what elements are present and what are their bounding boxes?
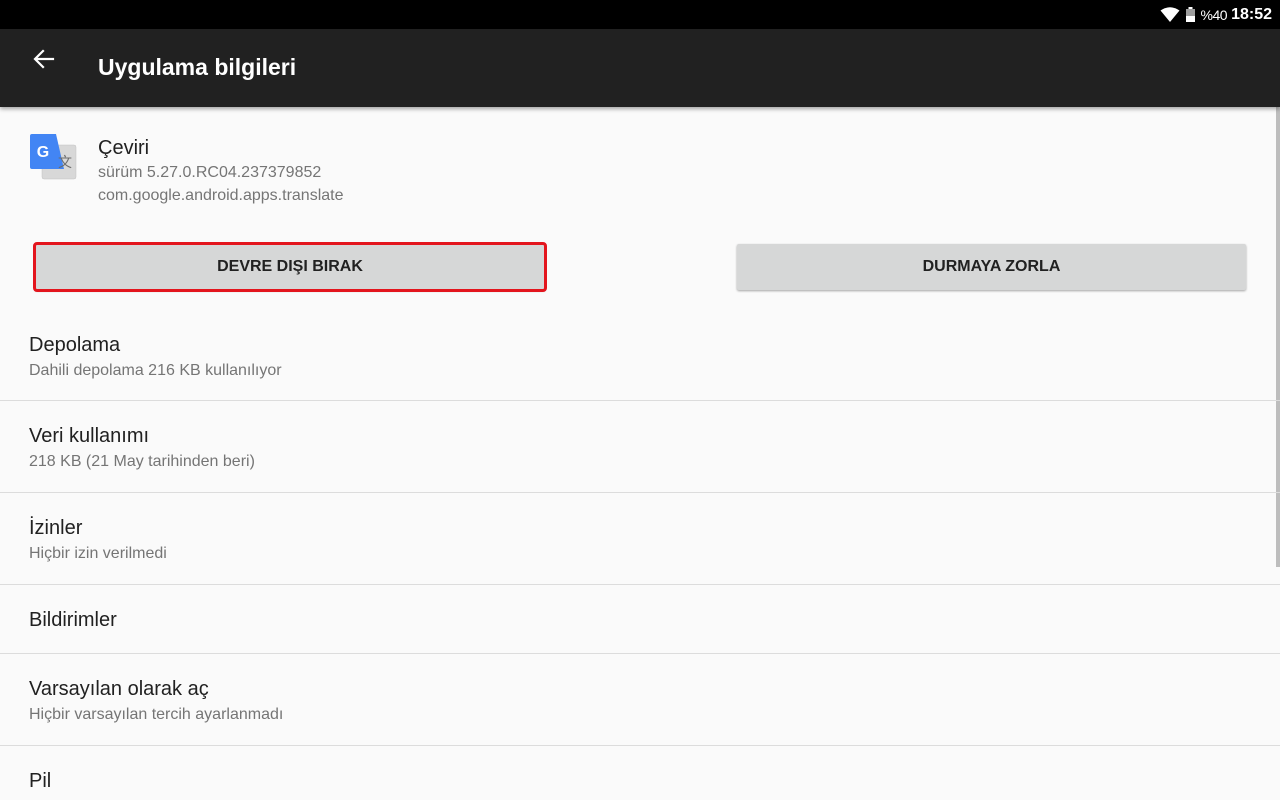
pref-battery[interactable]: Pil bbox=[0, 746, 1280, 800]
app-name: Çeviri bbox=[98, 137, 150, 159]
pref-title: Varsayılan olarak aç bbox=[29, 678, 209, 700]
app-version: sürüm 5.27.0.RC04.237379852 bbox=[98, 164, 322, 181]
app-toolbar: Uygulama bilgileri bbox=[0, 29, 1280, 107]
pref-title: İzinler bbox=[29, 517, 83, 539]
pref-title: Veri kullanımı bbox=[29, 425, 150, 447]
pref-storage[interactable]: Depolama Dahili depolama 216 KB kullanıl… bbox=[0, 310, 1280, 401]
battery-icon bbox=[1185, 7, 1195, 22]
clock: 18:52 bbox=[1231, 5, 1272, 23]
back-button[interactable] bbox=[24, 41, 64, 77]
status-icons: %40 18:52 bbox=[1160, 0, 1272, 29]
pref-data-usage[interactable]: Veri kullanımı 218 KB (21 May tarihinden… bbox=[0, 401, 1280, 493]
pref-permissions[interactable]: İzinler Hiçbir izin verilmedi bbox=[0, 493, 1280, 585]
pref-title: Pil bbox=[29, 770, 52, 792]
svg-text:文: 文 bbox=[58, 155, 72, 171]
pref-summary: 218 KB (21 May tarihinden beri) bbox=[29, 453, 255, 470]
pref-summary: Hiçbir izin verilmedi bbox=[29, 545, 167, 562]
pref-summary: Hiçbir varsayılan tercih ayarlanmadı bbox=[29, 706, 284, 723]
wifi-icon bbox=[1160, 6, 1180, 22]
pref-notifications[interactable]: Bildirimler bbox=[0, 585, 1280, 654]
svg-text:G: G bbox=[37, 144, 49, 161]
google-translate-icon: G 文 bbox=[30, 134, 77, 180]
pref-title: Depolama bbox=[29, 334, 121, 356]
arrow-back-icon bbox=[33, 49, 55, 69]
app-info-content: G 文 Çeviri sürüm 5.27.0.RC04.237379852 c… bbox=[0, 107, 1280, 800]
page-title: Uygulama bilgileri bbox=[98, 54, 297, 80]
status-bar: %40 18:52 bbox=[0, 0, 1280, 29]
app-header: G 文 Çeviri sürüm 5.27.0.RC04.237379852 c… bbox=[0, 107, 1280, 227]
pref-title: Bildirimler bbox=[29, 609, 117, 631]
force-stop-button[interactable]: DURMAYA ZORLA bbox=[737, 244, 1246, 290]
pref-open-by-default[interactable]: Varsayılan olarak aç Hiçbir varsayılan t… bbox=[0, 654, 1280, 746]
disable-button[interactable]: DEVRE DIŞI BIRAK bbox=[33, 242, 547, 292]
app-package: com.google.android.apps.translate bbox=[98, 187, 344, 204]
battery-percent: %40 bbox=[1200, 6, 1228, 23]
pref-summary: Dahili depolama 216 KB kullanılıyor bbox=[29, 362, 282, 379]
